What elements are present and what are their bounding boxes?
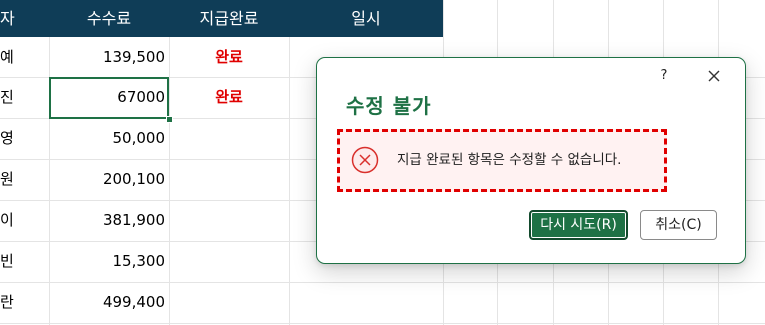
dialog-title: 수정 불가 [346,94,432,118]
paid-status-cell[interactable]: 완료 [169,77,289,118]
error-message: 지급 완료된 항목은 수정할 수 없습니다. [397,152,622,168]
edit-blocked-dialog: ? 수정 불가 지급 완료된 항목은 수정할 수 없습니다. 다시 시도(R) … [316,57,746,264]
fee-cell[interactable]: 381,900 [49,200,165,241]
paid-status-cell[interactable] [169,241,289,282]
column-header-fee[interactable]: 수수료 [49,0,169,37]
column-header-datetime[interactable]: 일시 [289,0,443,37]
paid-status-cell[interactable] [169,159,289,200]
gridline [289,0,290,325]
name-cell[interactable]: 진 [0,77,45,118]
error-message-box: 지급 완료된 항목은 수정할 수 없습니다. [337,129,667,192]
column-header-paid[interactable]: 지급완료 [169,0,289,37]
name-cell[interactable]: 원 [0,159,45,200]
name-cell[interactable]: 이 [0,200,45,241]
fill-handle[interactable] [166,116,173,123]
close-icon [708,70,720,82]
fee-cell[interactable]: 499,400 [49,282,165,323]
fee-cell[interactable]: 200,100 [49,159,165,200]
gridline [0,323,765,324]
retry-button[interactable]: 다시 시도(R) [529,210,628,240]
fee-cell[interactable]: 139,500 [49,37,165,78]
cancel-button[interactable]: 취소(C) [640,210,717,240]
fee-cell[interactable]: 50,000 [49,118,166,159]
name-cell[interactable]: 빈 [0,241,45,282]
column-header-name[interactable]: 자 [0,0,40,37]
name-cell[interactable]: 영 [0,118,45,159]
paid-status-cell[interactable] [169,200,289,241]
paid-status-cell[interactable] [169,118,289,159]
paid-status-cell[interactable]: 완료 [169,37,289,78]
close-button[interactable] [703,65,725,87]
name-cell[interactable]: 란 [0,282,45,323]
paid-status-cell[interactable] [169,282,289,323]
help-button[interactable]: ? [654,66,674,86]
active-cell-selection[interactable] [49,77,169,119]
error-circle-x-icon [351,146,379,174]
fee-cell[interactable]: 15,300 [49,241,166,282]
name-cell[interactable]: 예 [0,37,45,78]
